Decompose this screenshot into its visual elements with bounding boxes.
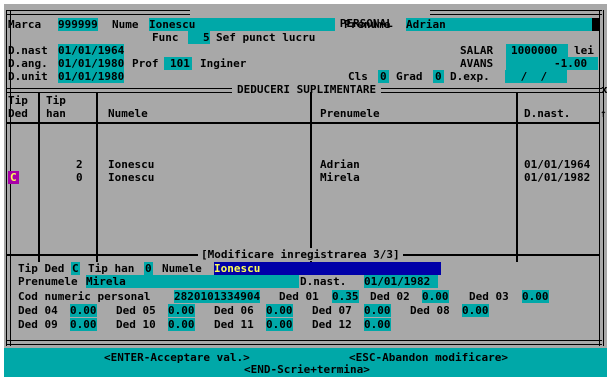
func-code: 5 (203, 31, 210, 44)
ded-08-label: Ded 08 (410, 304, 450, 317)
ded-12-field[interactable]: 0.00 (364, 318, 391, 331)
frame-bottom (6, 340, 602, 345)
ded-02-label: Ded 02 (370, 290, 410, 303)
col-header-numele: Numele (108, 107, 148, 120)
dos-screen: >>> ACTUALIZARE PERSONAL <<< Marca 99999… (4, 4, 607, 377)
editor-tip-han-label: Tip han (88, 262, 135, 275)
prenume-label: Prenume (344, 18, 391, 31)
dunit-field[interactable]: 01/01/1980 (58, 70, 125, 83)
status-esc-hint[interactable]: <ESC-Abandon modificare> (349, 351, 508, 364)
ded-09-label: Ded 09 (18, 318, 58, 331)
dexp-label: D.exp. (450, 70, 490, 83)
ded-06-label: Ded 06 (214, 304, 254, 317)
ded-07-label: Ded 07 (312, 304, 352, 317)
cell-prenumele: Mirela (320, 171, 360, 184)
cell-numele: Ionescu (108, 171, 155, 184)
status-end-hint[interactable]: <END-Scrie+termina> (244, 363, 370, 376)
ded-10-field[interactable]: 0.00 (168, 318, 195, 331)
table-row[interactable]: C 0 Ionescu Mirela 01/01/1982 (4, 171, 600, 184)
col-header-prenumele: Prenumele (320, 107, 380, 120)
col-header-tip-ded: Tip Ded (8, 94, 28, 120)
deduceri-title: DEDUCERI SUPLIMENTARE (232, 83, 382, 96)
ded-09-field[interactable]: 0.00 (70, 318, 97, 331)
editor-cnp-label: Cod numeric personal (18, 290, 151, 303)
ded-12-label: Ded 12 (312, 318, 352, 331)
editor-prenumele-value: Mirela (86, 275, 126, 288)
dnast-label: D.nast (8, 44, 48, 57)
dang-label: D.ang. (8, 57, 48, 70)
cell-tip-ded: C (8, 171, 19, 184)
editor-tip-han-field[interactable]: 0 (144, 262, 153, 275)
status-enter-hint[interactable]: <ENTER-Acceptare val.> (104, 351, 250, 364)
salar-value: 1000000 (511, 44, 558, 57)
nume-value: Ionescu (149, 18, 196, 31)
col-header-tip-han: Tip han (46, 94, 66, 120)
dnast-field[interactable]: 01/01/1964 (58, 44, 125, 57)
prof-value: Inginer (200, 57, 247, 70)
ded-03-field[interactable]: 0.00 (522, 290, 549, 303)
editor-dnast-field[interactable]: 01/01/1982 (364, 275, 439, 288)
editor-cnp-field[interactable]: 2820101334904 (174, 290, 261, 303)
cell-prenumele: Adrian (320, 158, 360, 171)
ded-07-field[interactable]: 0.00 (364, 304, 391, 317)
cls-field[interactable]: 0 (378, 70, 389, 83)
salar-label: SALAR (460, 44, 494, 57)
table-row[interactable]: 2 Ionescu Adrian 01/01/1964 (4, 158, 600, 171)
grad-label: Grad (396, 70, 423, 83)
prof-code: 101 (170, 57, 190, 70)
func-value: Sef punct lucru (216, 31, 316, 44)
cell-tip-han: 0 (76, 171, 83, 184)
deduceri-close-marker[interactable]: x (601, 83, 607, 96)
cell-dnast: 01/01/1982 (524, 171, 591, 184)
editor-title: [Modificare inregistrarea 3/3] (198, 248, 403, 261)
dunit-label: D.unit (8, 70, 48, 83)
editor-numele-value: Ionescu (214, 262, 261, 275)
avans-label: AVANS (460, 57, 494, 70)
ded-04-label: Ded 04 (18, 304, 58, 317)
dexp-value: / / (514, 70, 554, 83)
ded-05-field[interactable]: 0.00 (168, 304, 195, 317)
editor-tip-ded-field[interactable]: C (71, 262, 80, 275)
text-cursor-block (592, 18, 599, 31)
cell-tip-han: 2 (76, 158, 83, 171)
prenume-value: Adrian (406, 18, 446, 31)
editor-tip-ded-label: Tip Ded (18, 262, 65, 275)
marca-label: Marca (8, 18, 42, 31)
editor-prenumele-label: Prenumele (18, 275, 78, 288)
cell-numele: Ionescu (108, 158, 155, 171)
avans-value: -1.00 (554, 57, 588, 70)
scroll-up-marker[interactable]: ↑ (600, 107, 607, 120)
nume-label: Nume (112, 18, 139, 31)
ded-03-label: Ded 03 (469, 290, 509, 303)
editor-dnast-label: D.nast. (300, 275, 347, 288)
ded-11-field[interactable]: 0.00 (266, 318, 293, 331)
status-bar: <ENTER-Acceptare val.> <ESC-Abandon modi… (4, 348, 607, 377)
editor-numele-label: Numele (162, 262, 202, 275)
ded-02-field[interactable]: 0.00 (422, 290, 449, 303)
ded-11-label: Ded 11 (214, 318, 254, 331)
cell-dnast: 01/01/1964 (524, 158, 591, 171)
ded-04-field[interactable]: 0.00 (70, 304, 97, 317)
ded-10-label: Ded 10 (116, 318, 156, 331)
marca-field[interactable]: 999999 (58, 18, 98, 31)
ded-08-field[interactable]: 0.00 (462, 304, 489, 317)
dang-field[interactable]: 01/01/1980 (58, 57, 125, 70)
ded-01-label: Ded 01 (279, 290, 319, 303)
prof-label: Prof (132, 57, 159, 70)
ded-01-field[interactable]: 0.35 (332, 290, 359, 303)
ded-06-field[interactable]: 0.00 (266, 304, 293, 317)
cls-label: Cls (348, 70, 368, 83)
salar-unit: lei (574, 44, 594, 57)
grad-field[interactable]: 0 (433, 70, 444, 83)
func-label: Func (152, 31, 179, 44)
col-header-dnast: D.nast. (524, 107, 571, 120)
ded-05-label: Ded 05 (116, 304, 156, 317)
